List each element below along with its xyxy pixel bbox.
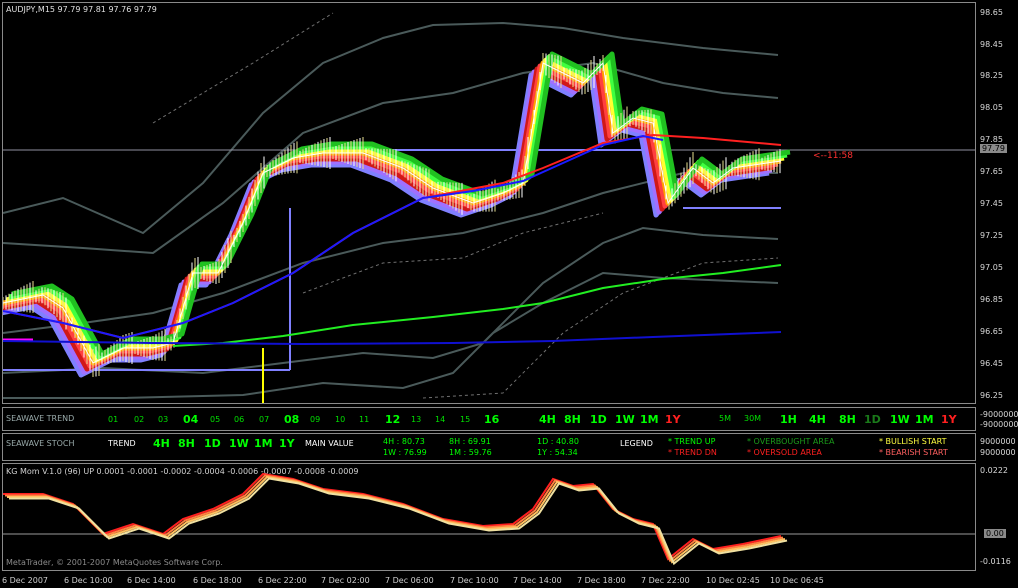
momentum-line-3 xyxy=(9,477,788,566)
trend-right-1w: 1W xyxy=(890,413,910,426)
current-price-tag: 97.79 xyxy=(980,144,1007,153)
trend-right-1h: 1H xyxy=(780,413,797,426)
trend-tf-8h: 8H xyxy=(564,413,581,426)
countdown-label: <--11:58 xyxy=(813,151,853,161)
trend-right-4h: 4H xyxy=(809,413,826,426)
trend-tf-1m: 1M xyxy=(640,413,659,426)
trend-right-8h: 8H xyxy=(839,413,856,426)
kg-mom-canvas xyxy=(3,472,975,566)
trend-right-1d: 1D xyxy=(864,413,881,426)
dotted-band-1 xyxy=(302,212,604,294)
seawave-trend-pane[interactable]: SEAWAVE TREND 01 02 03 04 05 06 07 08 09… xyxy=(2,407,976,431)
trend-tf-1y: 1Y xyxy=(665,413,681,426)
ribbon-layer-6 xyxy=(8,54,788,360)
mom-zero-tag: 0.00 xyxy=(984,529,1006,538)
price-chart-canvas xyxy=(3,12,975,403)
trend-tf-4h: 4H xyxy=(539,413,556,426)
stoch-panel-name: SEAWAVE STOCH xyxy=(6,439,75,448)
trend-tf-1w: 1W xyxy=(615,413,635,426)
ribbon-layer-5 xyxy=(5,57,785,363)
envelope-band-4 xyxy=(3,271,779,399)
dotted-band-0 xyxy=(152,12,334,124)
price-chart-pane[interactable]: AUDJPY,M15 97.79 97.81 97.76 97.79 <--11… xyxy=(2,2,976,404)
kg-mom-pane[interactable]: KG Mom V.1.0 (96) UP 0.0001 -0.0001 -0.0… xyxy=(2,463,976,571)
trend-tf-1d: 1D xyxy=(590,413,607,426)
seawave-stoch-pane[interactable]: SEAWAVE STOCH TREND 4H 8H 1D 1W 1M 1Y MA… xyxy=(2,433,976,461)
ribbon-layer-7 xyxy=(11,51,791,357)
dotted-band-2 xyxy=(422,257,779,399)
copyright: MetaTrader, © 2001-2007 MetaQuotes Softw… xyxy=(6,558,223,567)
trend-panel-name: SEAWAVE TREND xyxy=(6,414,75,423)
trend-right-1m: 1M xyxy=(915,413,934,426)
trend-right-1y: 1Y xyxy=(941,413,957,426)
